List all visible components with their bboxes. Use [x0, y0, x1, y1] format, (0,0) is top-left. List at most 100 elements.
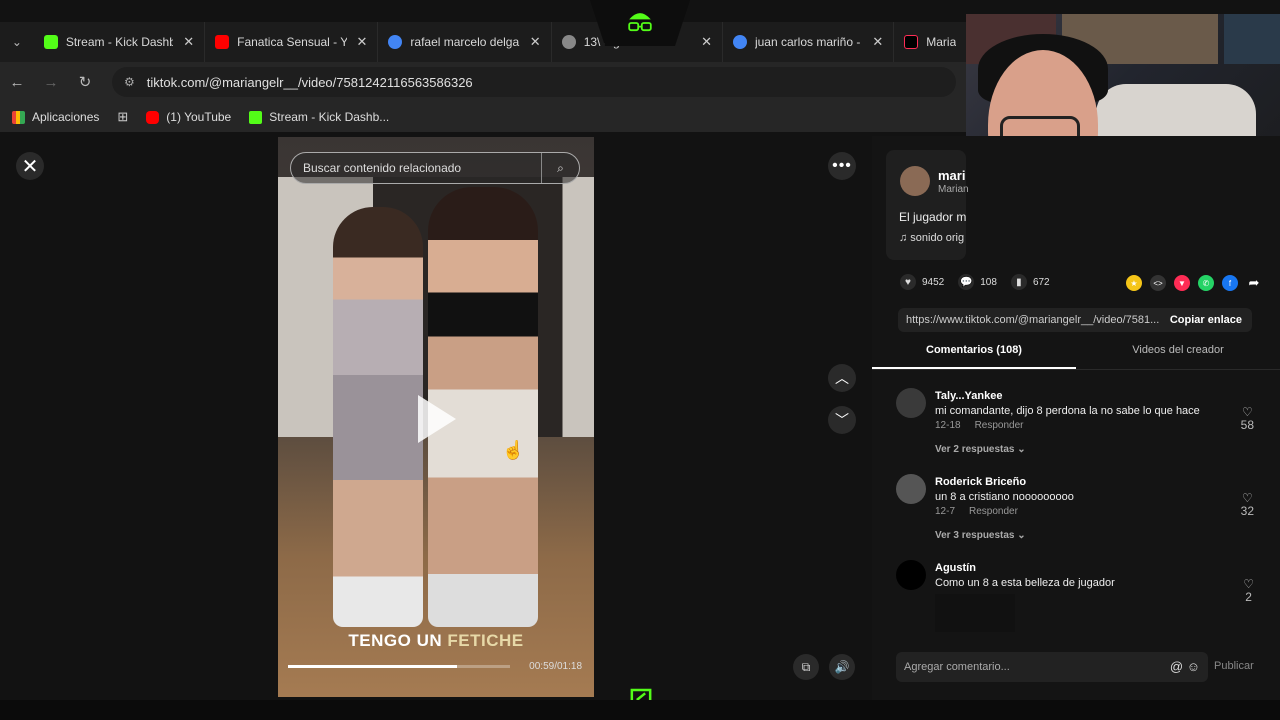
comment-author[interactable]: Taly...Yankee — [935, 390, 1002, 402]
comment-item: Taly...Yankee mi comandante, dijo 8 perd… — [872, 380, 1280, 466]
comment-meta: 12-7 Responder — [935, 506, 1018, 517]
comment-like-button[interactable]: ♡ 32 — [1241, 492, 1254, 518]
reply-button[interactable]: Responder — [969, 506, 1018, 517]
tab-groups-icon: ⊞ — [117, 109, 129, 124]
close-tab-icon[interactable]: ✕ — [530, 34, 541, 50]
link-box: https://www.tiktok.com/@mariangelr__/vid… — [898, 308, 1252, 332]
previous-video-button[interactable]: ︿ — [828, 364, 856, 392]
sound-link[interactable]: ♫ sonido orig — [899, 232, 964, 244]
youtube-favicon-icon — [215, 35, 230, 49]
related-search-input[interactable]: Buscar contenido relacionado ⌕ — [290, 152, 580, 184]
whatsapp-icon[interactable]: ✆ — [1198, 275, 1214, 291]
comments-list: Taly...Yankee mi comandante, dijo 8 perd… — [872, 380, 1280, 632]
browser-tab-bar: ⌄ Stream - Kick Dashbo ✕ Fanatica Sensua… — [0, 22, 966, 62]
repost-icon[interactable]: ★ — [1126, 275, 1142, 291]
tab-google-juan-carlos[interactable]: juan carlos mariño - I ✕ — [723, 22, 895, 62]
bookmark-tab-groups[interactable]: ⊞ — [117, 109, 128, 125]
more-options-button[interactable]: ••• — [828, 152, 856, 180]
details-panel: mari Marian El jugador m ♫ sonido orig ♥… — [872, 136, 1280, 720]
forward-arrow-icon[interactable]: → — [34, 74, 68, 91]
share-buttons: ★ <> ▼ ✆ f ➦ — [1118, 275, 1262, 291]
bottom-border — [0, 700, 1280, 720]
kick-favicon-icon — [43, 35, 58, 49]
comment-like-button[interactable]: ♡ 2 — [1243, 578, 1254, 604]
bookmark-youtube[interactable]: (1) YouTube — [146, 110, 231, 124]
back-arrow-icon[interactable]: ← — [0, 74, 34, 91]
apps-grid-icon — [12, 110, 25, 124]
tab-search-chevron-icon[interactable]: ⌄ — [0, 22, 34, 62]
next-video-button[interactable]: ﹀ — [828, 406, 856, 434]
close-tab-icon[interactable]: ✕ — [183, 34, 194, 50]
google-favicon-icon — [732, 35, 747, 49]
stats-row: ♥ 9452 💬 108 ▮ 672 — [900, 274, 1064, 290]
author-name[interactable]: mari — [938, 168, 965, 183]
panel-tabs: Comentarios (108) Videos del creador — [872, 344, 1280, 370]
share-arrow-icon[interactable]: ➦ — [1246, 275, 1262, 291]
comment-button[interactable]: 💬 108 — [958, 274, 997, 290]
heart-outline-icon: ♡ — [1241, 491, 1253, 505]
view-replies-button[interactable]: Ver 3 respuestas ⌄ — [935, 530, 1026, 541]
stream-logo-top — [590, 0, 690, 46]
close-tab-icon[interactable]: ✕ — [357, 34, 368, 50]
close-tab-icon[interactable]: ✕ — [872, 34, 883, 50]
comment-icon: 💬 — [958, 274, 975, 290]
tab-comments[interactable]: Comentarios (108) — [872, 344, 1076, 369]
reload-icon[interactable]: ↻ — [68, 73, 102, 91]
mouse-cursor-icon: ☝ — [502, 440, 525, 460]
tab-youtube[interactable]: Fanatica Sensual - Yo ✕ — [205, 22, 379, 62]
close-tab-icon[interactable]: ✕ — [701, 34, 712, 50]
save-button[interactable]: ▮ 672 — [1010, 274, 1050, 290]
tab-google-rafael[interactable]: rafael marcelo delga ✕ — [378, 22, 552, 62]
reply-button[interactable]: Responder — [975, 420, 1024, 431]
video-description: El jugador m — [899, 210, 967, 224]
youtube-icon — [146, 110, 160, 124]
comment-meta: 12-18 Responder — [935, 420, 1024, 431]
site-settings-icon[interactable]: ⚙ — [124, 75, 135, 89]
picture-in-picture-button[interactable]: ⧉ — [793, 654, 819, 680]
address-bar-row: ← → ↻ ⚙ tiktok.com/@mariangelr__/video/7… — [0, 62, 966, 102]
tab-kick-dashboard[interactable]: Stream - Kick Dashbo ✕ — [34, 22, 206, 62]
video-player[interactable]: Buscar contenido relacionado ⌕ TENGO UN … — [278, 137, 594, 697]
video-progress-bar[interactable] — [288, 665, 510, 668]
author-avatar[interactable] — [900, 166, 930, 196]
heart-outline-icon: ♡ — [1243, 577, 1254, 591]
mention-emoji-icons[interactable]: @ ☺ — [1170, 659, 1200, 674]
video-link[interactable]: https://www.tiktok.com/@mariangelr__/vid… — [898, 314, 1160, 326]
like-button[interactable]: ♥ 9452 — [900, 274, 944, 290]
heart-outline-icon: ♡ — [1241, 405, 1253, 419]
send-icon[interactable]: ▼ — [1174, 275, 1190, 291]
tab-tiktok[interactable]: Marian — [894, 22, 966, 62]
avatar[interactable] — [896, 474, 926, 504]
stream-frame: ⌄ Stream - Kick Dashbo ✕ Fanatica Sensua… — [0, 0, 1280, 720]
video-progress-fill — [288, 665, 457, 668]
add-comment-input[interactable]: Agregar comentario... @ ☺ — [896, 652, 1208, 682]
embed-icon[interactable]: <> — [1150, 275, 1166, 291]
comment-text: Como un 8 a esta belleza de jugador — [935, 577, 1115, 589]
comment-text: mi comandante, dijo 8 perdona la no sabe… — [935, 405, 1200, 417]
play-icon[interactable] — [418, 395, 456, 443]
author-subname: Marian — [938, 184, 969, 195]
streamer-glasses-icon — [628, 13, 652, 32]
kick-icon — [249, 110, 263, 124]
avatar[interactable] — [896, 560, 926, 590]
video-caption: TENGO UN FETICHE — [348, 631, 524, 650]
facebook-icon[interactable]: f — [1222, 275, 1238, 291]
bookmark-apps[interactable]: Aplicaciones — [12, 110, 99, 124]
url-field[interactable]: ⚙ tiktok.com/@mariangelr__/video/7581242… — [112, 67, 956, 97]
close-viewer-button[interactable]: ✕ — [16, 152, 44, 180]
comment-like-button[interactable]: ♡ 58 — [1241, 406, 1254, 432]
copy-link-button[interactable]: Copiar enlace — [1160, 314, 1252, 326]
bookmark-icon: ▮ — [1010, 274, 1027, 290]
bookmarks-bar: Aplicaciones ⊞ (1) YouTube Stream - Kick… — [0, 102, 966, 132]
comment-author[interactable]: Agustín — [935, 562, 976, 574]
view-replies-button[interactable]: Ver 2 respuestas ⌄ — [935, 444, 1026, 455]
search-icon[interactable]: ⌕ — [541, 153, 579, 183]
volume-button[interactable]: 🔊 — [829, 654, 855, 680]
heart-icon: ♥ — [900, 274, 916, 290]
publish-button[interactable]: Publicar — [1214, 660, 1254, 672]
tab-creator-videos[interactable]: Videos del creador — [1076, 344, 1280, 369]
avatar[interactable] — [896, 388, 926, 418]
comment-author[interactable]: Roderick Briceño — [935, 476, 1026, 488]
comment-image[interactable] — [935, 594, 1015, 632]
bookmark-kick[interactable]: Stream - Kick Dashb... — [249, 110, 389, 124]
